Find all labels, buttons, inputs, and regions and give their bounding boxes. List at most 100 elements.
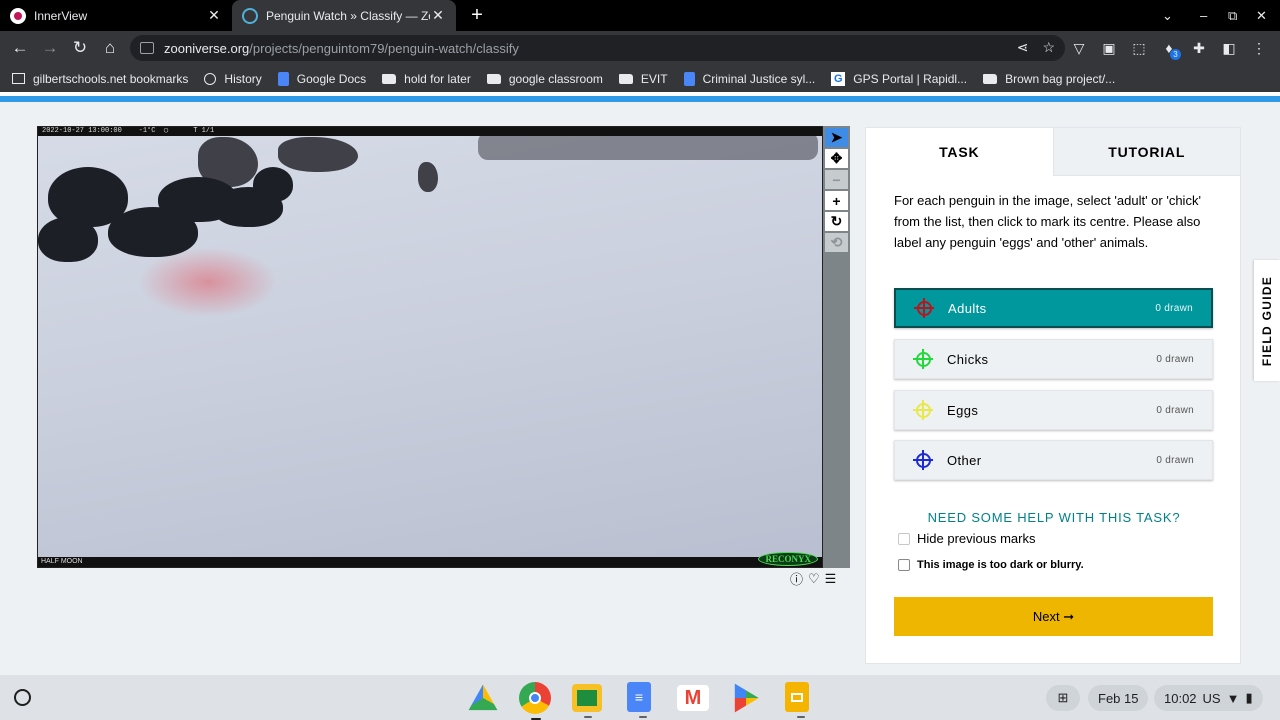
chrome-icon[interactable]	[519, 682, 551, 720]
zoom-out-icon[interactable]: −	[825, 170, 848, 189]
reader-extension-icon[interactable]: ⬚	[1129, 38, 1149, 58]
field-guide-tab[interactable]: FIELD GUIDE	[1254, 260, 1280, 381]
shield-extension-icon[interactable]: ▽	[1069, 38, 1089, 58]
home-icon[interactable]: ⌂	[99, 37, 121, 59]
camera-header: 2022-10-27 13:00:00 -1°C ◯ T 1/1	[38, 127, 822, 136]
penguin	[38, 217, 98, 262]
help-link[interactable]: NEED SOME HELP WITH THIS TASK?	[866, 510, 1242, 525]
bookmark-google-docs[interactable]: Google Docs	[277, 71, 366, 86]
tab-penguin-watch[interactable]: Penguin Watch » Classify — Zoo ✕	[232, 0, 456, 31]
crosshair-icon	[913, 349, 933, 369]
choice-count: 0 drawn	[1155, 302, 1193, 314]
address-bar[interactable]: zooniverse.org/projects/penguintom79/pen…	[130, 35, 1065, 61]
choice-chicks[interactable]: Chicks 0 drawn	[894, 339, 1213, 379]
google-docs-icon[interactable]: ≡	[627, 682, 651, 718]
zoom-in-icon[interactable]: +	[825, 191, 848, 210]
choice-label: Adults	[948, 300, 987, 316]
restore-icon[interactable]: ⧉	[1228, 0, 1237, 31]
bookmark-star-icon[interactable]: ☆	[1042, 39, 1055, 56]
checkbox-label: Hide previous marks	[917, 531, 1036, 546]
hide-previous-marks-checkbox[interactable]: Hide previous marks	[898, 531, 1036, 546]
close-window-icon[interactable]: ✕	[1256, 0, 1267, 31]
reset-icon[interactable]: ⟲	[825, 233, 848, 252]
share-icon[interactable]: ⋖	[1017, 39, 1029, 56]
task-panel: TASK TUTORIAL For each penguin in the im…	[865, 127, 1241, 664]
zooniverse-icon	[242, 7, 258, 24]
reload-icon[interactable]: ↻	[69, 37, 91, 59]
date-text: Feb 15	[1098, 690, 1139, 706]
info-icon[interactable]: ⓘ	[790, 569, 803, 588]
folder-icon	[486, 73, 501, 84]
checkbox-label: This image is too dark or blurry.	[917, 559, 1084, 571]
site-info-icon[interactable]	[140, 42, 154, 54]
tab-task[interactable]: TASK	[866, 128, 1053, 176]
bookmark-gilbertschools[interactable]: gilbertschools.net bookmarks	[12, 72, 188, 86]
pointer-tool-icon[interactable]: ➤	[825, 128, 848, 147]
bookmark-google-classroom[interactable]: google classroom	[486, 72, 603, 86]
close-icon[interactable]: ✕	[430, 7, 446, 24]
puzzle-extensions-icon[interactable]: ✚	[1189, 38, 1209, 58]
bookmark-hold-for-later[interactable]: hold for later	[382, 72, 471, 86]
rock	[278, 137, 358, 172]
google-drive-icon[interactable]	[468, 684, 498, 711]
folder-icon	[983, 73, 998, 84]
google-classroom-icon[interactable]	[572, 684, 602, 718]
reconyx-logo: RECONYX	[758, 552, 818, 566]
move-tool-icon[interactable]: ✥	[825, 149, 848, 168]
tab-title: Penguin Watch » Classify — Zoo	[266, 8, 430, 23]
bookmark-gps-portal[interactable]: G GPS Portal | Rapidl...	[831, 71, 967, 86]
forward-icon[interactable]: →	[39, 37, 61, 59]
snow-background	[38, 127, 822, 567]
google-slides-icon[interactable]	[785, 682, 809, 718]
crosshair-icon	[913, 400, 933, 420]
choice-other[interactable]: Other 0 drawn	[894, 440, 1213, 480]
clock-time: 10:02	[1164, 690, 1197, 706]
crosshair-icon	[913, 450, 933, 470]
bookmark-brown-bag[interactable]: Brown bag project/...	[983, 72, 1115, 86]
rock	[478, 132, 818, 160]
checkbox-box[interactable]	[898, 532, 910, 545]
too-dark-checkbox[interactable]: This image is too dark or blurry.	[898, 559, 1084, 571]
gmail-icon[interactable]: M	[677, 685, 709, 711]
subject-actions: ⓘ ♡ ☰	[790, 569, 836, 588]
choice-adults[interactable]: Adults 0 drawn	[894, 288, 1213, 328]
minimize-icon[interactable]: –	[1200, 0, 1207, 31]
launcher-icon[interactable]	[14, 689, 31, 706]
close-icon[interactable]: ✕	[206, 7, 222, 24]
checkbox-box[interactable]	[898, 559, 910, 571]
badge-extension-icon[interactable]: ♦ 3	[1159, 38, 1181, 60]
back-icon[interactable]: ←	[9, 37, 31, 59]
choice-count: 0 drawn	[1156, 404, 1194, 416]
battery-icon: ▮	[1245, 690, 1253, 705]
subject-image[interactable]: 2022-10-27 13:00:00 -1°C ◯ T 1/1 HALF MO…	[37, 126, 823, 568]
tab-tutorial[interactable]: TUTORIAL	[1052, 128, 1240, 176]
choice-eggs[interactable]: Eggs 0 drawn	[894, 390, 1213, 430]
date-tray[interactable]: Feb 15	[1088, 685, 1149, 711]
status-tray[interactable]: 10:02 US ▼ ▮	[1154, 685, 1263, 711]
extension-icon[interactable]: ▣	[1099, 38, 1119, 58]
menu-kebab-icon[interactable]: ⋮	[1249, 38, 1269, 58]
collections-list-icon[interactable]: ☰	[825, 571, 837, 587]
tab-search-icon[interactable]: ⌄	[1162, 0, 1173, 31]
bookmark-history[interactable]: History	[204, 72, 262, 86]
rock	[418, 162, 438, 192]
os-shelf: ≡ M ⊞ Feb 15 10:02 US ▼ ▮	[0, 675, 1280, 720]
choice-count: 0 drawn	[1156, 353, 1194, 365]
choice-label: Other	[947, 452, 982, 468]
site-header-bar	[0, 92, 1280, 102]
choice-count: 0 drawn	[1156, 454, 1194, 466]
guano-stain	[138, 247, 278, 317]
side-panel-icon[interactable]: ◧	[1219, 38, 1239, 58]
next-button[interactable]: Next ➞	[894, 597, 1213, 636]
tab-innerview[interactable]: InnerView ✕	[0, 0, 232, 31]
gps-icon: G	[831, 71, 846, 86]
favourite-heart-icon[interactable]: ♡	[808, 571, 820, 587]
new-tab-button[interactable]: +	[466, 4, 488, 26]
input-locale: US	[1202, 690, 1221, 706]
play-store-icon[interactable]	[734, 683, 759, 713]
innerview-icon	[10, 7, 26, 24]
screen-capture-icon[interactable]: ⊞	[1046, 685, 1080, 711]
bookmark-evit[interactable]: EVIT	[618, 72, 668, 86]
rotate-icon[interactable]: ↻	[825, 212, 848, 231]
bookmark-criminal-justice[interactable]: Criminal Justice syl...	[683, 71, 815, 86]
